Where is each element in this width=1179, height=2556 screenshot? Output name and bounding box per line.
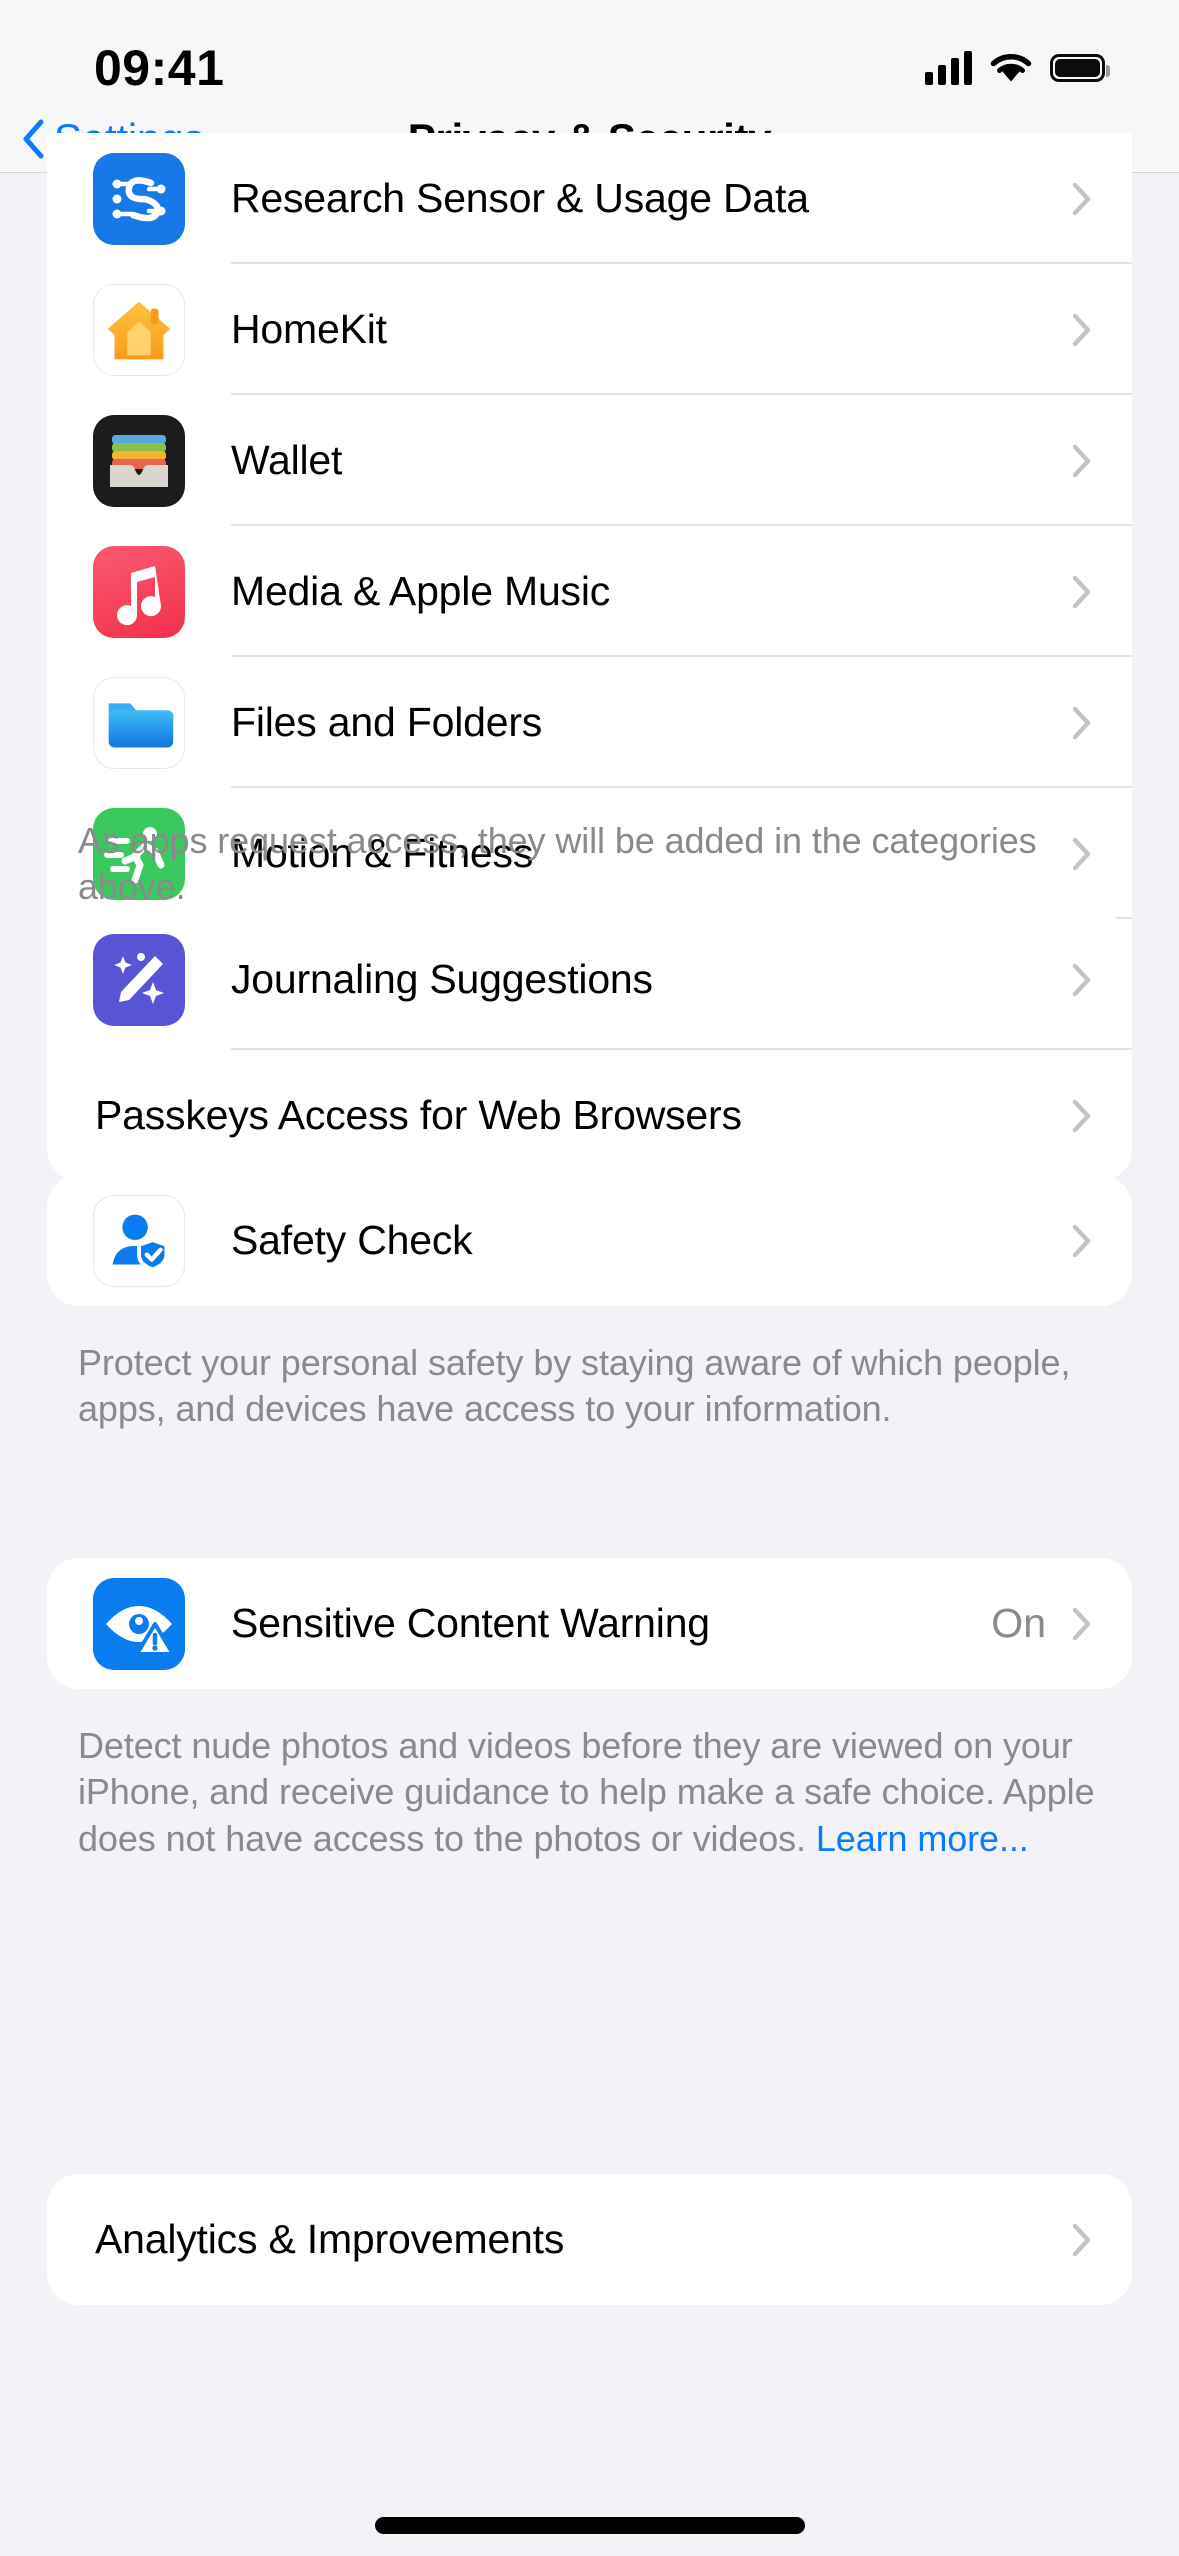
research-sensor-icon	[93, 152, 185, 245]
status-badge: On	[991, 1600, 1046, 1646]
chevron-right-icon	[1072, 444, 1091, 477]
row-safety-check[interactable]: Safety Check	[47, 1175, 1132, 1306]
row-analytics-and-improvements[interactable]: Analytics & Improvements	[47, 2174, 1132, 2305]
row-label: Files and Folders	[231, 699, 543, 745]
row-label: Passkeys Access for Web Browsers	[95, 1092, 742, 1138]
row-files-and-folders[interactable]: Files and Folders	[47, 657, 1132, 788]
row-label: Analytics & Improvements	[95, 2216, 565, 2262]
wifi-icon	[990, 53, 1032, 81]
homekit-icon	[93, 283, 185, 376]
journaling-wand-icon	[93, 933, 185, 1026]
row-label: Safety Check	[231, 1217, 473, 1263]
row-label: HomeKit	[231, 306, 387, 352]
safety-check-person-shield-icon	[93, 1194, 185, 1287]
chevron-right-icon	[1072, 1099, 1091, 1132]
sensitive-content-eye-warning-icon	[93, 1577, 185, 1670]
chevron-right-icon	[1072, 313, 1091, 346]
settings-scroll-view[interactable]: Research Sensor & Usage Data HomeKit Wal…	[0, 133, 1179, 2556]
row-label: Sensitive Content Warning	[231, 1600, 710, 1646]
row-label: Wallet	[231, 437, 343, 483]
row-label: Media & Apple Music	[231, 568, 611, 614]
chevron-right-icon	[1072, 706, 1091, 739]
row-passkeys-access-for-web-browsers[interactable]: Passkeys Access for Web Browsers	[47, 1050, 1132, 1181]
row-journaling-suggestions[interactable]: Journaling Suggestions	[47, 914, 1132, 1045]
safety-check-footer: Protect your personal safety by staying …	[78, 1342, 1071, 1430]
status-bar-indicators	[925, 50, 1117, 85]
row-research-sensor[interactable]: Research Sensor & Usage Data	[47, 133, 1132, 264]
chevron-right-icon	[1072, 1224, 1091, 1257]
status-bar-time: 09:41	[94, 39, 225, 96]
chevron-right-icon	[1072, 1607, 1091, 1640]
sensitive-content-footer: Detect nude photos and videos before the…	[78, 1723, 1098, 1862]
chevron-right-icon	[1072, 182, 1091, 215]
row-wallet[interactable]: Wallet	[47, 395, 1132, 526]
iphone-screen: 09:41 Settings Privacy & Security	[0, 0, 1179, 2556]
chevron-right-icon	[1072, 575, 1091, 608]
row-homekit[interactable]: HomeKit	[47, 264, 1132, 395]
row-media-apple-music[interactable]: Media & Apple Music	[47, 526, 1132, 657]
files-folder-icon	[93, 676, 185, 769]
home-indicator	[374, 2517, 805, 2534]
chevron-right-icon	[1072, 2223, 1091, 2256]
wallet-icon	[93, 414, 185, 507]
row-label: Research Sensor & Usage Data	[231, 175, 809, 221]
row-label: Journaling Suggestions	[231, 956, 653, 1002]
safety-check-group: Safety Check	[47, 1175, 1132, 1306]
apple-music-icon	[93, 545, 185, 638]
journaling-group: Journaling Suggestions	[47, 914, 1132, 1045]
row-sensitive-content-warning[interactable]: Sensitive Content Warning On	[47, 1558, 1132, 1689]
learn-more-link[interactable]: Learn more...	[816, 1818, 1029, 1859]
sensitive-content-group: Sensitive Content Warning On	[47, 1558, 1132, 1689]
chevron-right-icon	[1072, 963, 1091, 996]
analytics-group: Analytics & Improvements	[47, 2174, 1132, 2305]
cellular-signal-icon	[925, 50, 972, 85]
app-permissions-footer: As apps request access, they will be add…	[78, 820, 1037, 908]
status-bar: 09:41	[0, 0, 1179, 105]
battery-full-icon	[1050, 53, 1110, 82]
